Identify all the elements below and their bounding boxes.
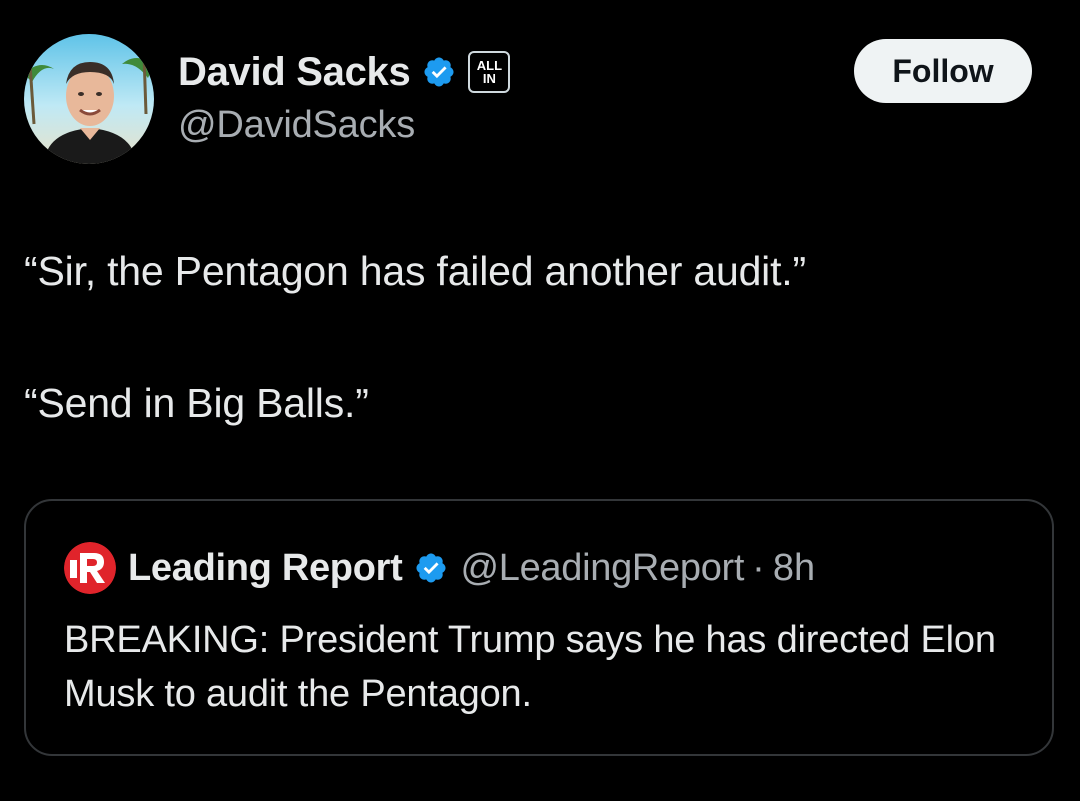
quoted-author-handle[interactable]: @LeadingReport xyxy=(460,547,744,590)
quoted-tweet-body: BREAKING: President Trump says he has di… xyxy=(64,619,996,715)
author-name[interactable]: David Sacks xyxy=(178,50,411,95)
verified-badge-icon xyxy=(424,57,454,87)
tweet-text-line-2: “Send in Big Balls.” xyxy=(24,380,369,426)
author-name-row: David Sacks ALL IN xyxy=(178,46,511,98)
affiliate-badge-line2: IN xyxy=(482,71,496,86)
affiliate-badge[interactable]: ALL IN xyxy=(468,51,511,93)
verified-badge-icon xyxy=(416,553,447,583)
quoted-tweet-header: Leading Report @LeadingReport · 8h xyxy=(64,542,815,594)
quoted-author-name[interactable]: Leading Report xyxy=(128,547,403,590)
author-avatar[interactable] xyxy=(24,34,154,164)
quoted-tweet-time[interactable]: 8h xyxy=(773,547,815,590)
tweet-text-line-1: “Sir, the Pentagon has failed another au… xyxy=(24,248,806,294)
follow-button[interactable]: Follow xyxy=(854,39,1032,103)
profile-photo-icon xyxy=(24,34,154,164)
author-handle[interactable]: @DavidSacks xyxy=(178,104,415,147)
leading-report-logo-icon xyxy=(64,542,116,594)
quoted-tweet-card[interactable]: Leading Report @LeadingReport · 8h BREAK… xyxy=(24,499,1054,756)
separator-dot: · xyxy=(752,546,765,589)
